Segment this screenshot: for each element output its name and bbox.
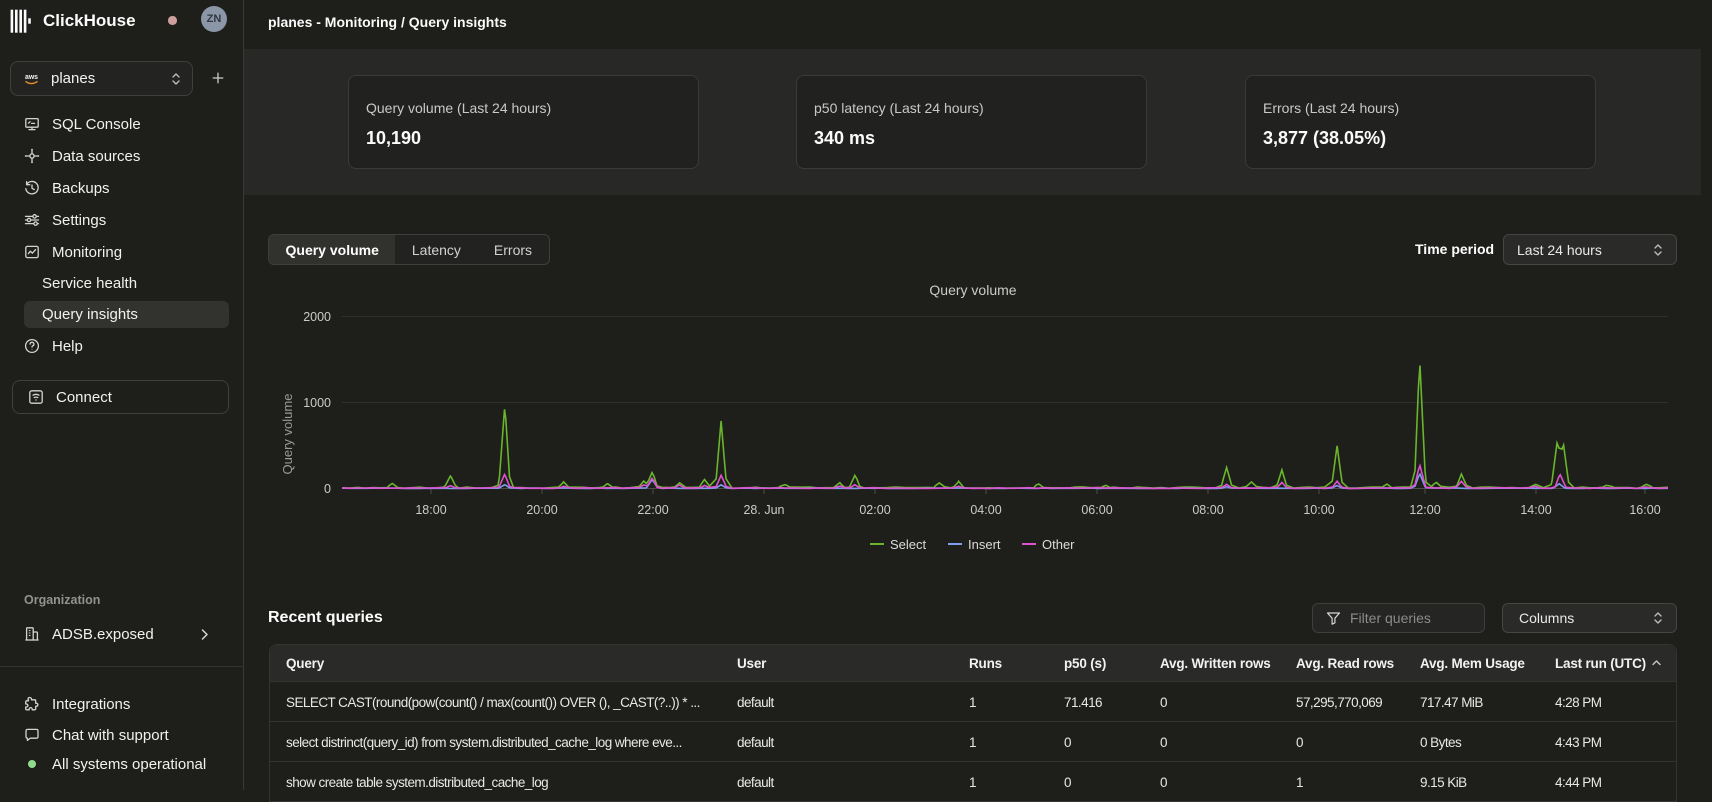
- svg-text:2000: 2000: [303, 310, 331, 324]
- svg-text:aws: aws: [25, 74, 38, 81]
- svg-text:Query volume: Query volume: [929, 282, 1016, 298]
- svg-text:Select: Select: [890, 537, 927, 552]
- svg-text:04:00: 04:00: [970, 503, 1001, 517]
- svg-text:08:00: 08:00: [1192, 503, 1223, 517]
- svg-text:Other: Other: [1042, 537, 1075, 552]
- svg-text:16:00: 16:00: [1629, 503, 1660, 517]
- svg-text:10:00: 10:00: [1303, 503, 1334, 517]
- svg-text:28. Jun: 28. Jun: [743, 503, 784, 517]
- svg-text:1000: 1000: [303, 396, 331, 410]
- svg-text:02:00: 02:00: [859, 503, 890, 517]
- svg-text:12:00: 12:00: [1409, 503, 1440, 517]
- svg-text:0: 0: [324, 482, 331, 496]
- svg-text:06:00: 06:00: [1081, 503, 1112, 517]
- svg-text:22:00: 22:00: [637, 503, 668, 517]
- svg-text:Insert: Insert: [968, 537, 1001, 552]
- svg-text:18:00: 18:00: [415, 503, 446, 517]
- svg-text:14:00: 14:00: [1520, 503, 1551, 517]
- svg-text:20:00: 20:00: [526, 503, 557, 517]
- svg-text:Query volume: Query volume: [280, 394, 295, 475]
